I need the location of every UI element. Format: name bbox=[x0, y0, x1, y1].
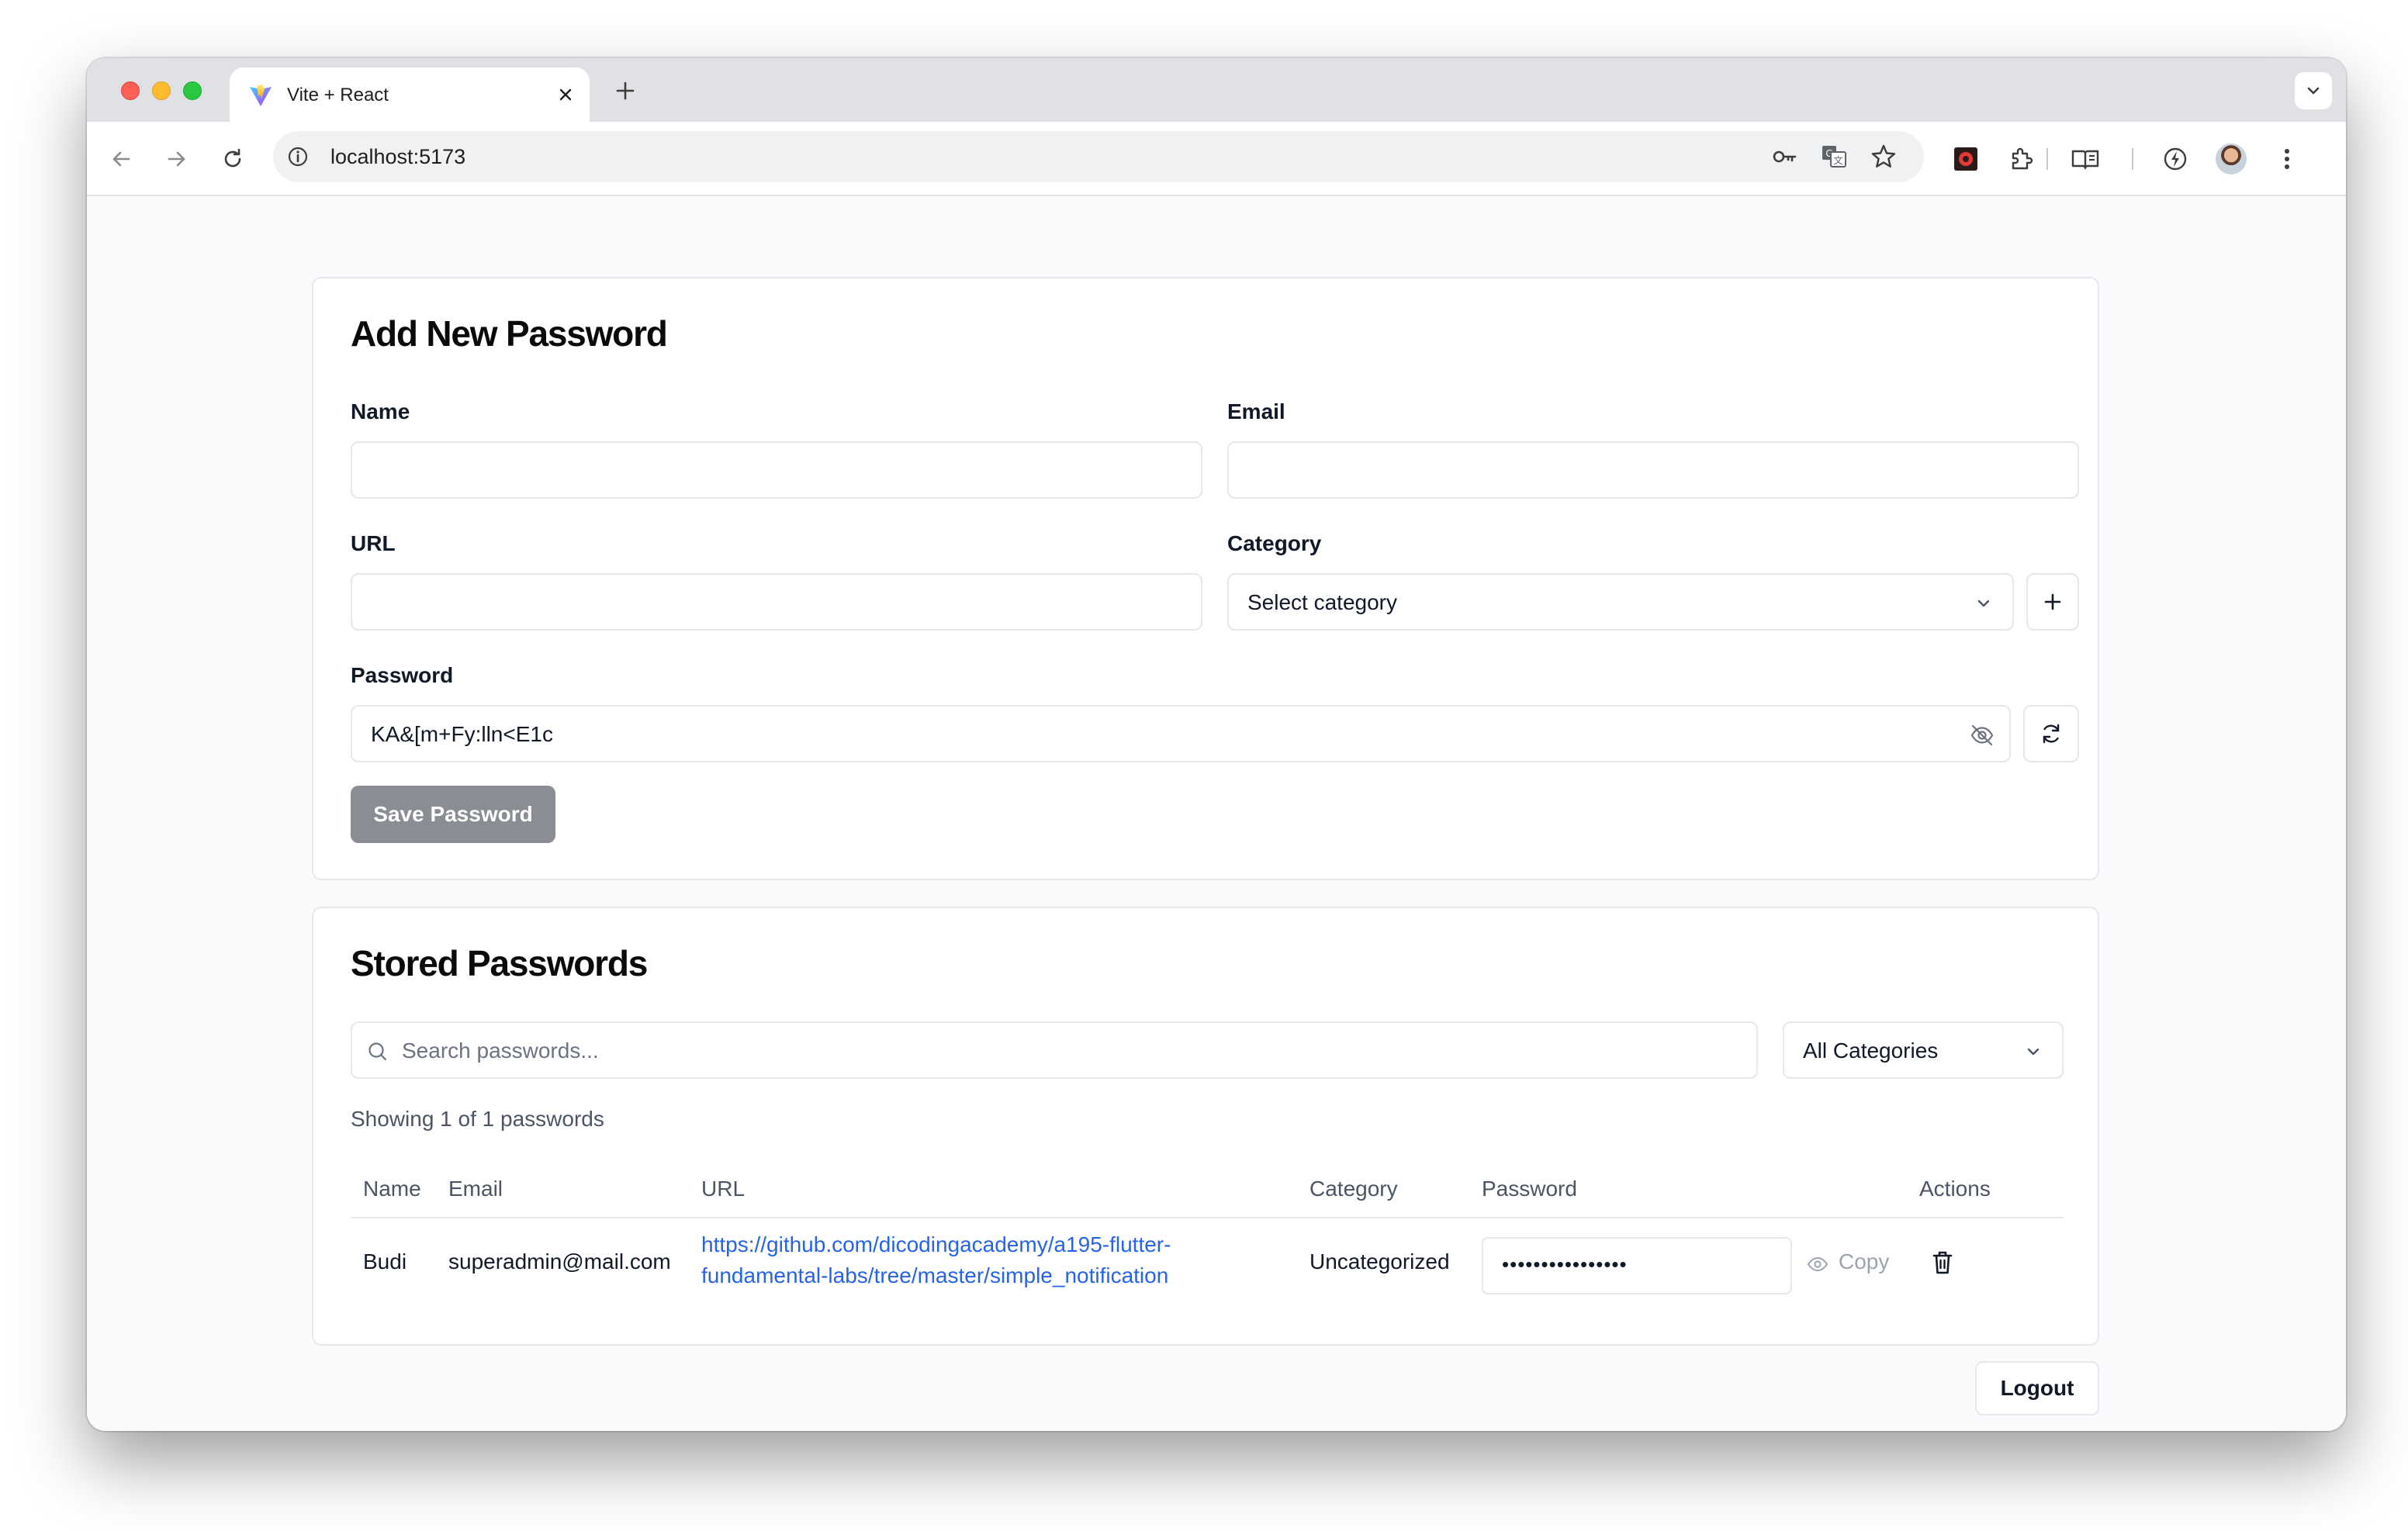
category-label: Category bbox=[1227, 531, 1322, 555]
column-header-email: Email bbox=[448, 1177, 503, 1201]
row-password-masked: •••••••••••••••• bbox=[1502, 1253, 1628, 1276]
vite-logo-icon bbox=[250, 85, 272, 106]
tab-search-button[interactable] bbox=[2295, 72, 2332, 109]
category-filter-select[interactable]: All Categories bbox=[1783, 1021, 2064, 1079]
category-filter-value: All Categories bbox=[1803, 1039, 1939, 1063]
email-input[interactable] bbox=[1227, 441, 2079, 499]
star-icon[interactable] bbox=[1868, 141, 1899, 172]
category-selected-value: Select category bbox=[1247, 590, 1397, 614]
translate-icon[interactable]: G文 bbox=[1818, 141, 1849, 172]
category-select[interactable]: Select category bbox=[1227, 573, 2014, 631]
row-url-link[interactable]: https://github.com/dicodingacademy/a195-… bbox=[701, 1229, 1171, 1291]
url-input[interactable] bbox=[351, 573, 1202, 631]
forward-icon[interactable] bbox=[161, 143, 192, 175]
menu-dots-icon[interactable] bbox=[2271, 143, 2302, 175]
browser-tab[interactable]: Vite + React bbox=[230, 67, 590, 122]
plus-icon[interactable] bbox=[613, 78, 638, 103]
password-input[interactable]: KA&[m+Fy:lln<E1c bbox=[351, 705, 2011, 762]
info-icon[interactable] bbox=[285, 144, 310, 169]
stored-passwords-title: Stored Passwords bbox=[351, 943, 648, 983]
browser-toolbar: localhost:5173 G文 bbox=[87, 122, 2346, 196]
column-header-actions: Actions bbox=[1919, 1177, 1991, 1201]
search-icon bbox=[368, 1042, 387, 1061]
add-password-card: Add New Password Name Email URL Category… bbox=[312, 277, 2099, 880]
trash-icon[interactable] bbox=[1930, 1249, 1955, 1276]
minimize-window-button[interactable] bbox=[152, 81, 171, 100]
copy-button[interactable]: Copy bbox=[1839, 1249, 1889, 1274]
email-label: Email bbox=[1227, 399, 1285, 423]
password-value[interactable]: KA&[m+Fy:lln<E1c bbox=[371, 722, 553, 747]
performance-icon[interactable] bbox=[2160, 143, 2191, 175]
eye-icon[interactable] bbox=[1806, 1253, 1829, 1276]
save-password-button[interactable]: Save Password bbox=[351, 786, 555, 843]
column-header-password: Password bbox=[1482, 1177, 1577, 1201]
browser-window: Vite + React localhost:5173 G 文 Add New … bbox=[87, 58, 2346, 1431]
reload-icon[interactable] bbox=[217, 143, 248, 175]
address-bar[interactable]: localhost:5173 G文 bbox=[273, 131, 1924, 182]
stored-passwords-card: Stored Passwords Search passwords... All… bbox=[312, 907, 2099, 1346]
showing-count: Showing 1 of 1 passwords bbox=[351, 1107, 604, 1131]
row-url-line-1[interactable]: https://github.com/dicodingacademy/a195-… bbox=[701, 1229, 1171, 1260]
table-header-divider bbox=[351, 1217, 2064, 1218]
row-password-field[interactable]: •••••••••••••••• bbox=[1482, 1237, 1792, 1294]
svg-text:文: 文 bbox=[1833, 154, 1842, 166]
search-input[interactable]: Search passwords... bbox=[351, 1021, 1758, 1079]
maximize-window-button[interactable] bbox=[183, 81, 202, 100]
plus-icon bbox=[2044, 593, 2061, 610]
refresh-icon bbox=[2043, 724, 2060, 744]
page-content: Add New Password Name Email URL Category… bbox=[87, 198, 2346, 1431]
column-header-category: Category bbox=[1310, 1177, 1398, 1201]
tab-strip: Vite + React bbox=[87, 58, 2346, 122]
logout-button[interactable]: Logout bbox=[1975, 1361, 2099, 1415]
close-window-button[interactable] bbox=[121, 81, 140, 100]
chevron-down-icon bbox=[2027, 1048, 2040, 1056]
row-category: Uncategorized bbox=[1310, 1249, 1450, 1274]
name-input[interactable] bbox=[351, 441, 1202, 499]
reading-list-icon[interactable] bbox=[2070, 143, 2101, 175]
row-email: superadmin@mail.com bbox=[448, 1249, 671, 1274]
row-url-line-2[interactable]: fundamental-labs/tree/master/simple_noti… bbox=[701, 1260, 1171, 1291]
key-icon[interactable] bbox=[1769, 141, 1800, 172]
eye-off-icon[interactable] bbox=[1969, 722, 1995, 748]
close-icon[interactable] bbox=[555, 85, 576, 105]
toolbar-divider bbox=[2046, 148, 2048, 170]
tab-title: Vite + React bbox=[287, 85, 389, 105]
name-label: Name bbox=[351, 399, 410, 423]
add-password-title: Add New Password bbox=[351, 313, 668, 354]
url-text[interactable]: localhost:5173 bbox=[330, 145, 465, 169]
column-header-url: URL bbox=[701, 1177, 746, 1201]
avatar[interactable] bbox=[2216, 143, 2247, 175]
generate-password-button[interactable] bbox=[2023, 705, 2079, 762]
add-category-button[interactable] bbox=[2026, 573, 2079, 631]
chevron-down-icon bbox=[2307, 87, 2320, 95]
chevron-down-icon bbox=[1977, 600, 1990, 607]
back-icon[interactable] bbox=[106, 143, 137, 175]
row-name: Budi bbox=[363, 1249, 407, 1274]
password-label: Password bbox=[351, 663, 454, 687]
puzzle-icon[interactable] bbox=[2006, 143, 2037, 175]
url-label: URL bbox=[351, 531, 396, 555]
toolbar-divider bbox=[2132, 148, 2133, 170]
column-header-name: Name bbox=[363, 1177, 421, 1201]
search-placeholder: Search passwords... bbox=[402, 1039, 599, 1063]
extension-icon[interactable] bbox=[1950, 143, 1981, 175]
